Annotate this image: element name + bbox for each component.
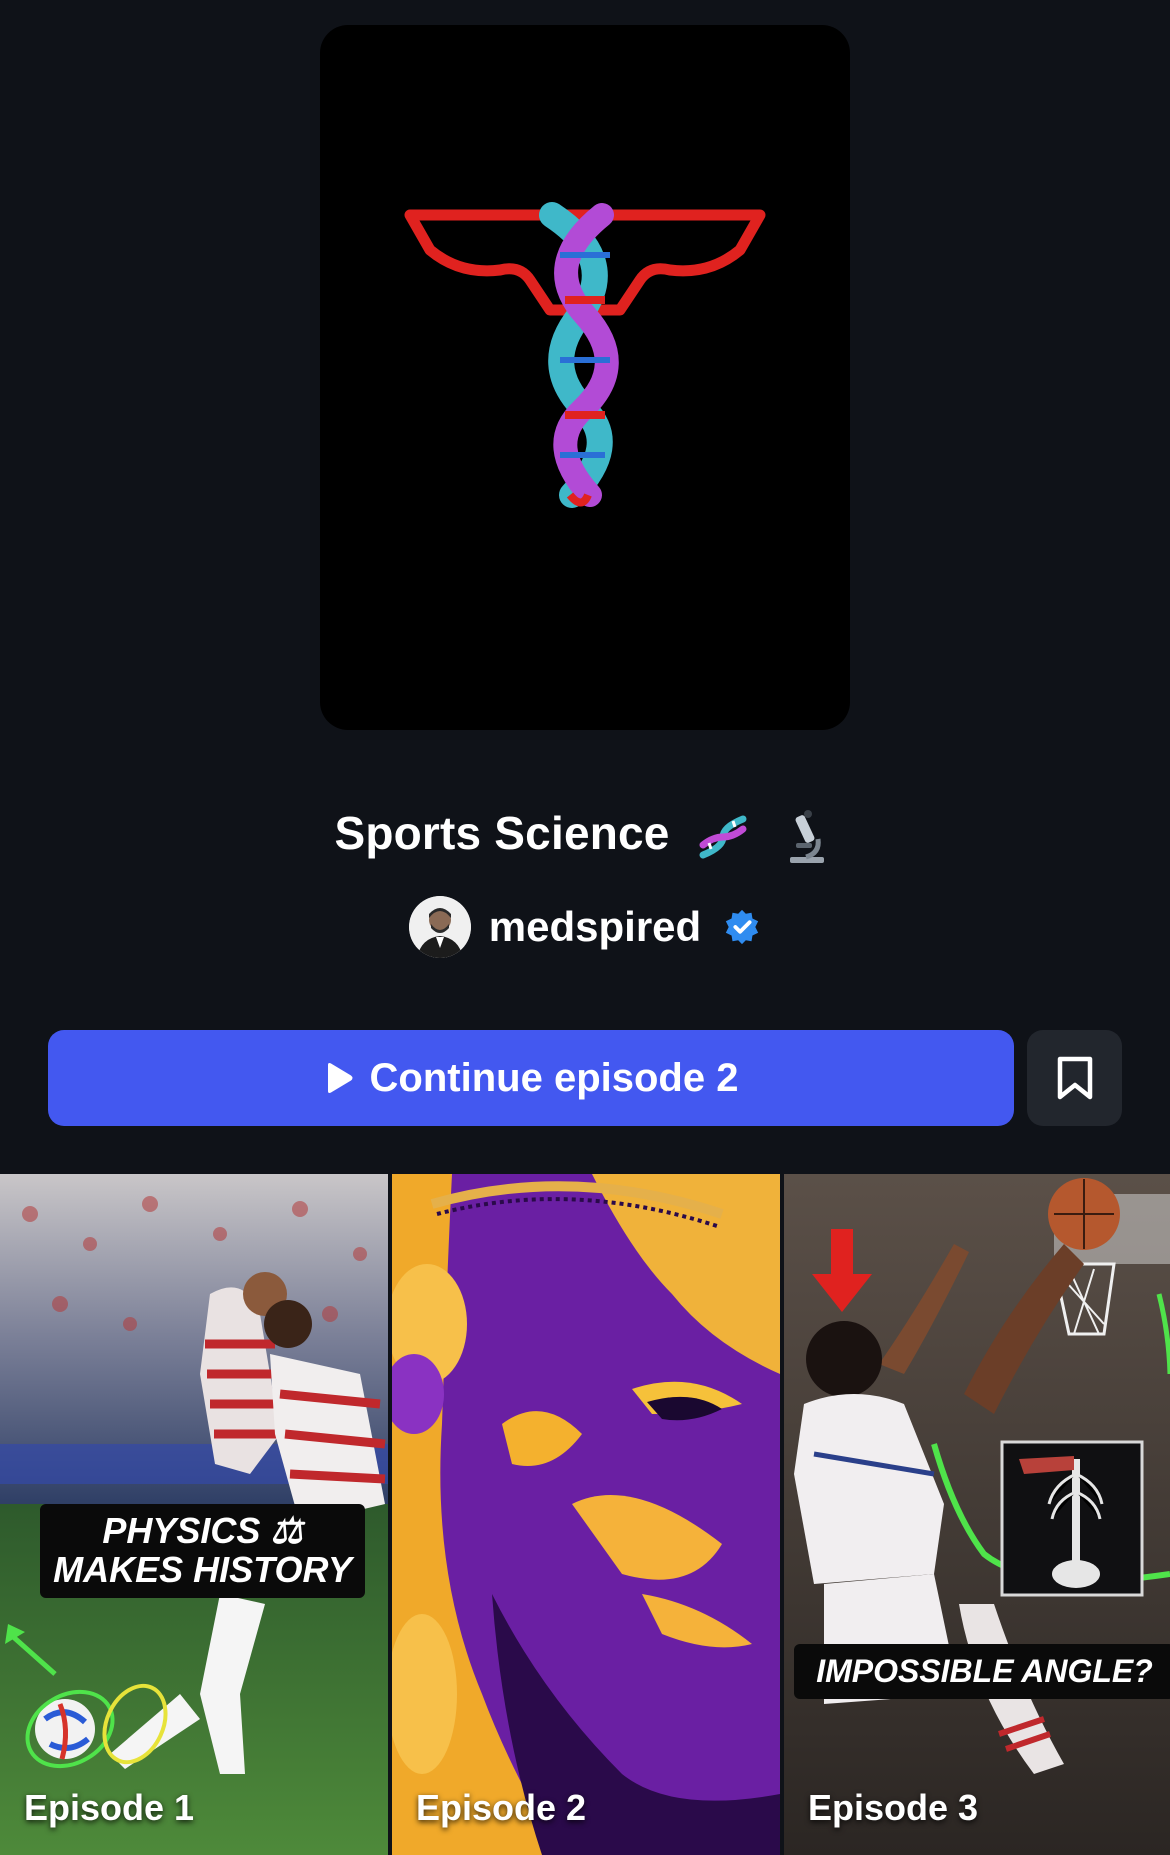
series-logo (404, 202, 766, 508)
dna-icon (699, 815, 747, 859)
series-cover-art (320, 25, 850, 730)
episode-3-thumbnail (784, 1174, 1170, 1855)
play-icon (327, 1063, 353, 1093)
episode-1-label: Episode 1 (24, 1787, 195, 1828)
bookmark-icon (1057, 1056, 1092, 1100)
bookmark-button[interactable] (1027, 1030, 1122, 1126)
series-title-row: Sports Science (0, 795, 1170, 871)
author-avatar[interactable] (408, 896, 471, 958)
episode-card-1[interactable]: PHYSICS ⚖ MAKES HISTORY Episode 1 (0, 1174, 388, 1855)
episode-3-caption: IMPOSSIBLE ANGLE? (794, 1644, 1170, 1699)
episode-2-thumbnail (392, 1174, 780, 1855)
episode-2-label: Episode 2 (416, 1787, 587, 1828)
episode-card-3[interactable]: IMPOSSIBLE ANGLE? Episode 3 (784, 1174, 1170, 1855)
verified-badge-icon (726, 909, 759, 945)
continue-episode-label: Continue episode 2 (369, 1055, 739, 1100)
episode-1-caption: PHYSICS ⚖ MAKES HISTORY (40, 1504, 365, 1598)
author-name[interactable]: medspired (489, 903, 701, 951)
author-row[interactable]: medspired (0, 895, 1170, 959)
episode-grid: PHYSICS ⚖ MAKES HISTORY Episode 1 Episod… (0, 1174, 1170, 1855)
episode-card-2[interactable]: Episode 2 (392, 1174, 780, 1855)
episode-3-label: Episode 3 (808, 1787, 979, 1828)
continue-episode-button[interactable]: Continue episode 2 (48, 1030, 1014, 1126)
series-title: Sports Science (334, 807, 670, 859)
microscope-icon (789, 809, 824, 863)
